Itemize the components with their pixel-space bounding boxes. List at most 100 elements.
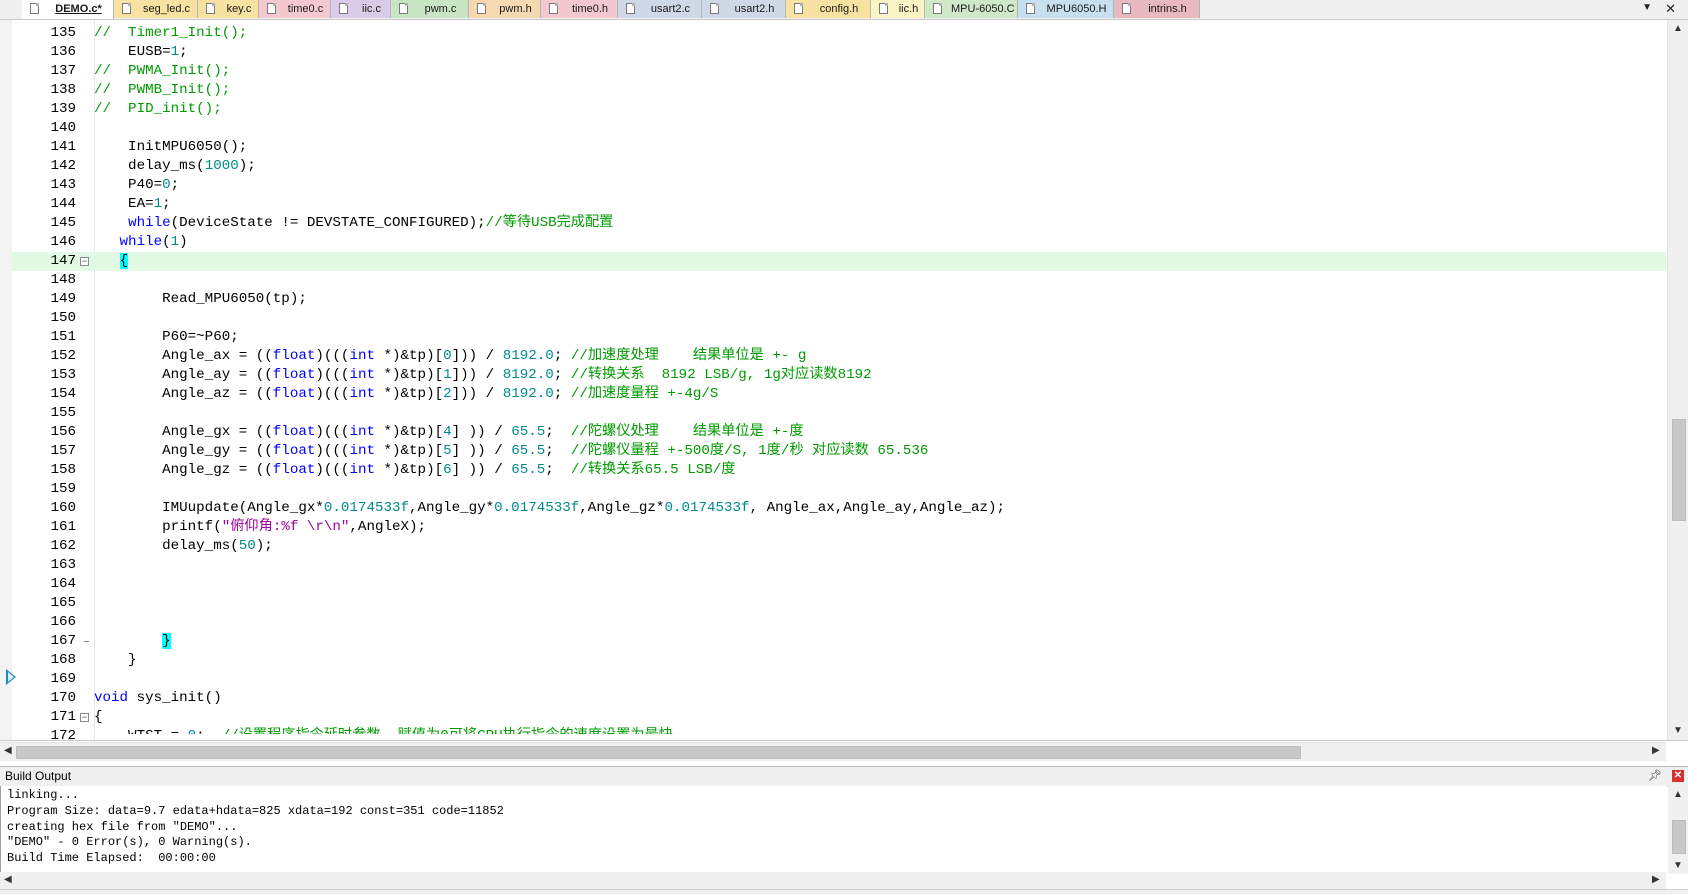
scroll-up-icon[interactable]: ▲ [1673, 23, 1683, 34]
code-line[interactable] [94, 480, 1666, 499]
chevron-down-icon[interactable]: ▼ [1642, 2, 1652, 13]
code-line[interactable]: delay_ms(1000); [94, 157, 1666, 176]
scroll-down-icon[interactable]: ▼ [1673, 725, 1683, 736]
line-number: 170 [50, 690, 76, 706]
tab-usart2-c[interactable]: usart2.c [618, 0, 702, 18]
code-line[interactable]: P40=0; [94, 176, 1666, 195]
tab-time0-c[interactable]: time0.c [259, 0, 331, 18]
tab-time0-h[interactable]: time0.h [541, 0, 618, 18]
code-token: ; [545, 462, 571, 478]
code-text-area[interactable]: // Timer1_Init(); EUSB=1;// PWMA_Init();… [94, 24, 1666, 734]
tab-iic-c[interactable]: iic.c [331, 0, 391, 18]
code-line[interactable]: Read_MPU6050(tp); [94, 290, 1666, 309]
code-token: //设置程序指令延时参数, 赋值为0可将CPU执行指令的速度设置为最快 [222, 728, 673, 734]
code-line[interactable] [94, 309, 1666, 328]
code-token: InitMPU6050(); [94, 139, 248, 155]
code-token: 65.5 [511, 424, 546, 440]
code-line[interactable]: Angle_gx = ((float)(((int *)&tp)[4] )) /… [94, 423, 1666, 442]
line-number: 137 [50, 63, 76, 79]
scroll-right-icon[interactable]: ▶ [1652, 874, 1660, 885]
code-line[interactable]: } [94, 632, 1666, 651]
code-line[interactable] [94, 271, 1666, 290]
code-token: 0.0174533f [494, 500, 580, 516]
code-line[interactable]: WTST = 0; //设置程序指令延时参数, 赋值为0可将CPU执行指令的速度… [94, 727, 1666, 734]
tab-iic-h[interactable]: iic.h [871, 0, 925, 18]
output-horizontal-scrollbar[interactable]: ◀ ▶ [0, 872, 1666, 889]
code-line[interactable]: Angle_ax = ((float)(((int *)&tp)[0])) / … [94, 347, 1666, 366]
tab-usart2-h[interactable]: usart2.h [702, 0, 786, 18]
code-line[interactable]: printf("俯仰角:%f \r\n",AngleX); [94, 518, 1666, 537]
code-line[interactable]: // PWMB_Init(); [94, 81, 1666, 100]
code-line[interactable] [94, 613, 1666, 632]
code-line[interactable]: Angle_az = ((float)(((int *)&tp)[2])) / … [94, 385, 1666, 404]
code-token: // Timer1_Init(); [94, 25, 248, 41]
code-line[interactable]: { [94, 708, 1666, 727]
code-line[interactable]: // PWMA_Init(); [94, 62, 1666, 81]
scroll-thumb[interactable] [1672, 419, 1686, 521]
scroll-left-icon[interactable]: ◀ [4, 874, 12, 885]
editor-horizontal-scrollbar[interactable]: ◀ ▶ [0, 742, 1666, 761]
code-line[interactable]: Angle_gy = ((float)(((int *)&tp)[5] )) /… [94, 442, 1666, 461]
code-line[interactable]: Angle_ay = ((float)(((int *)&tp)[1])) / … [94, 366, 1666, 385]
code-line[interactable]: } [94, 651, 1666, 670]
code-line[interactable]: while(DeviceState != DEVSTATE_CONFIGURED… [94, 214, 1666, 233]
code-line[interactable]: InitMPU6050(); [94, 138, 1666, 157]
output-vertical-scrollbar[interactable]: ▲ ▼ [1668, 786, 1688, 874]
code-line[interactable]: P60=~P60; [94, 328, 1666, 347]
tab-intrins-h[interactable]: intrins.h [1114, 0, 1200, 18]
code-line[interactable] [94, 670, 1666, 689]
build-output-text[interactable]: linking... Program Size: data=9.7 edata+… [0, 786, 1667, 872]
scroll-left-icon[interactable]: ◀ [4, 745, 12, 756]
code-token: ])) / [451, 348, 503, 364]
code-token: 0.0174533f [664, 500, 750, 516]
tab-mpu-6050-c[interactable]: MPU-6050.C [925, 0, 1018, 18]
code-line[interactable]: // PID_init(); [94, 100, 1666, 119]
scroll-down-icon[interactable]: ▼ [1673, 860, 1683, 871]
code-editor[interactable]: 135 136 137 138 139 140 141 142 143 144 145 146 147 1… [0, 20, 1688, 761]
code-token: P40= [94, 177, 163, 193]
close-icon[interactable]: ✕ [1672, 770, 1684, 782]
tab-demo-c[interactable]: DEMO.c* [22, 0, 114, 19]
close-icon[interactable]: ✕ [1665, 1, 1676, 17]
code-line[interactable] [94, 594, 1666, 613]
code-line[interactable] [94, 556, 1666, 575]
code-line[interactable]: EUSB=1; [94, 43, 1666, 62]
code-token: int [349, 424, 375, 440]
code-line[interactable] [94, 404, 1666, 423]
pin-icon[interactable]: 📌︎ [1648, 769, 1662, 782]
scroll-up-icon[interactable]: ▲ [1673, 789, 1683, 800]
scroll-right-icon[interactable]: ▶ [1652, 745, 1660, 756]
line-number: 167 [50, 633, 76, 649]
line-number: 161 [50, 519, 76, 535]
tab-config-h[interactable]: config.h [786, 0, 871, 18]
fold-toggle-icon[interactable]: − [80, 257, 89, 266]
code-line[interactable]: while(1) [94, 233, 1666, 252]
tab-key-c[interactable]: key.c [198, 0, 259, 18]
code-line[interactable]: Angle_gz = ((float)(((int *)&tp)[6] )) /… [94, 461, 1666, 480]
tab-mpu6050-h[interactable]: MPU6050.H [1018, 0, 1114, 18]
tab-pwm-c[interactable]: pwm.c [391, 0, 469, 18]
code-line[interactable]: void sys_init() [94, 689, 1666, 708]
code-line[interactable]: // Timer1_Init(); [94, 24, 1666, 43]
file-icon [122, 3, 131, 14]
code-line[interactable] [94, 119, 1666, 138]
code-token: 0 [162, 177, 171, 193]
code-line[interactable]: IMUupdate(Angle_gx*0.0174533f,Angle_gy*0… [94, 499, 1666, 518]
line-number: 150 [50, 310, 76, 326]
code-line[interactable] [94, 575, 1666, 594]
tab-seg-led-c[interactable]: seg_led.c [114, 0, 198, 18]
code-token: printf( [94, 519, 222, 535]
code-line[interactable]: { [94, 252, 1666, 271]
fold-toggle-icon[interactable]: − [80, 713, 89, 722]
tab-pwm-h[interactable]: pwm.h [469, 0, 541, 18]
editor-vertical-scrollbar[interactable]: ▲ ▼ [1667, 20, 1688, 740]
scroll-thumb[interactable] [1672, 820, 1686, 854]
code-token: ); [255, 538, 273, 554]
code-line[interactable]: EA=1; [94, 195, 1666, 214]
code-token: *)&tp)[ [374, 424, 444, 440]
code-token: 1 [443, 367, 452, 383]
output-line: creating hex file from "DEMO"... [7, 819, 238, 834]
line-number: 140 [50, 120, 76, 136]
scroll-thumb[interactable] [16, 746, 1301, 759]
code-line[interactable]: delay_ms(50); [94, 537, 1666, 556]
